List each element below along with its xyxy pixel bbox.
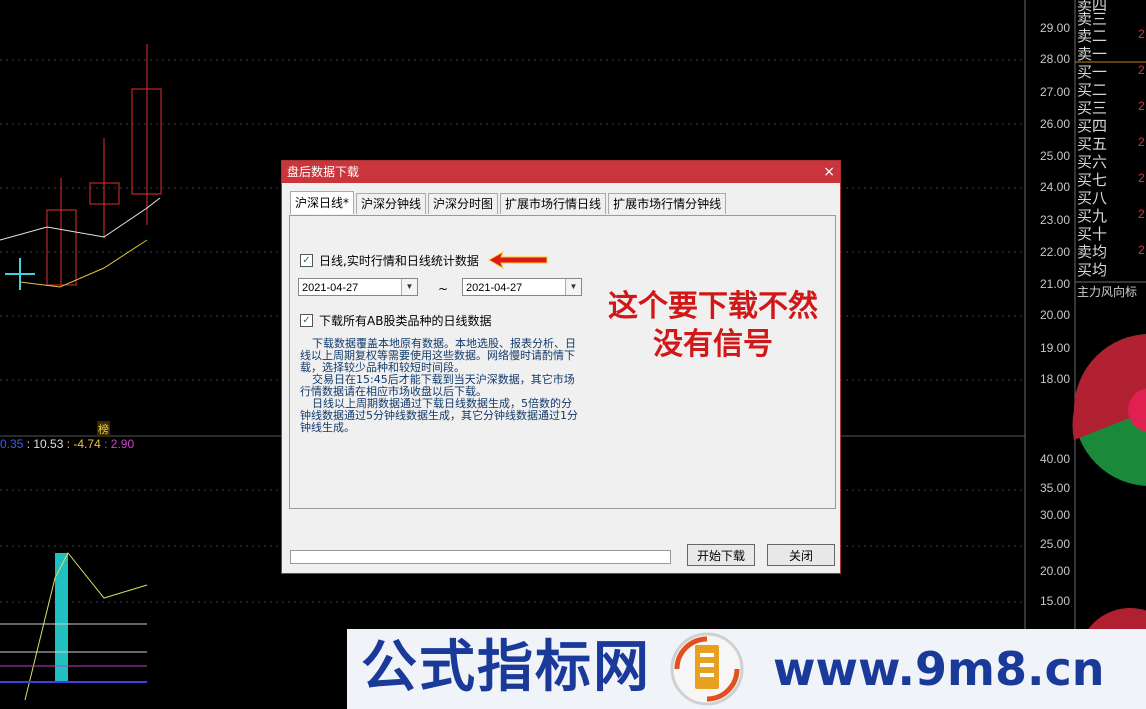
watermark-banner: 公式指标网 www.9m8.cn [347, 629, 1146, 709]
volume-tick: 20.00 [1040, 564, 1071, 578]
close-button[interactable]: 关闭 [767, 544, 835, 566]
readout-value: : 2.90 [104, 437, 135, 451]
order-book-label: 买三 [1077, 99, 1108, 117]
chevron-down-icon[interactable]: ▼ [565, 279, 581, 295]
order-book-label: 买一 [1077, 63, 1108, 81]
order-book-value: 2 [1138, 135, 1145, 149]
tab-panel: ✓ 日线,实时行情和日线统计数据 2021-04-27 ▼ ~ 2021-04-… [289, 215, 836, 509]
tab-sh-sz-intraday[interactable]: 沪深分时图 [428, 193, 499, 214]
annotation-line: 没有信号 [653, 327, 773, 362]
tab-strip: 沪深日线* 沪深分钟线 沪深分时图 扩展市场行情日线 扩展市场行情分钟线 [290, 191, 728, 215]
order-book-label: 买十 [1077, 225, 1108, 243]
price-tick: 21.00 [1040, 277, 1071, 291]
order-book-value: 2 [1138, 27, 1145, 41]
start-download-button[interactable]: 开始下载 [687, 544, 755, 566]
banner-site-name: 公式指标网 [361, 634, 651, 700]
volume-tick: 15.00 [1040, 594, 1071, 608]
order-book-value: 2 [1138, 63, 1145, 77]
daily-data-checkbox-row[interactable]: ✓ 日线,实时行情和日线统计数据 [300, 250, 549, 270]
price-tick: 29.00 [1040, 21, 1071, 35]
volume-tick: 30.00 [1040, 508, 1071, 522]
price-tick: 23.00 [1040, 213, 1071, 227]
price-tick: 20.00 [1040, 308, 1071, 322]
daily-data-label: 日线,实时行情和日线统计数据 [319, 253, 479, 268]
volume-tick: 40.00 [1040, 452, 1071, 466]
volume-tick: 35.00 [1040, 481, 1071, 495]
readout-value: : 10.53 [26, 437, 64, 451]
ab-shares-checkbox-row[interactable]: ✓ 下载所有AB股类品种的日线数据 [300, 312, 491, 329]
order-book-label: 买二 [1077, 81, 1108, 99]
info-paragraph: 交易日在15:45后才能下载到当天沪深数据，其它市场行情数据请在相应市场收盘以后… [300, 373, 575, 398]
indicator-name: 主力风向标 [1077, 285, 1138, 299]
download-progress-bar [290, 550, 671, 564]
volume-tick: 25.00 [1040, 537, 1071, 551]
order-book-label: 卖二 [1077, 27, 1108, 45]
site-logo-icon [670, 632, 744, 706]
price-tick: 25.00 [1040, 149, 1071, 163]
annotation-line: 这个要下载不然 [608, 289, 818, 324]
close-icon[interactable]: × [823, 161, 835, 183]
red-arrow-icon [487, 250, 548, 270]
order-book-value: 2 [1138, 207, 1145, 221]
order-book-label: 买五 [1077, 135, 1108, 153]
price-tick: 28.00 [1040, 52, 1071, 66]
price-tick: 27.00 [1040, 85, 1071, 99]
date-to-picker[interactable]: 2021-04-27 ▼ [462, 278, 582, 296]
price-tick: 18.00 [1040, 372, 1071, 386]
order-book-label: 买八 [1077, 189, 1108, 207]
daily-data-checkbox[interactable]: ✓ [300, 253, 313, 267]
date-from-value: 2021-04-27 [302, 282, 359, 294]
price-tick: 26.00 [1040, 117, 1071, 131]
price-tick: 19.00 [1040, 341, 1071, 355]
order-book-label: 买七 [1077, 171, 1108, 189]
tab-sh-sz-daily[interactable]: 沪深日线* [290, 191, 355, 214]
order-book-label: 买六 [1077, 153, 1108, 171]
order-book-value: 2 [1138, 171, 1145, 185]
dialog-titlebar[interactable]: 盘后数据下载 × [282, 161, 840, 183]
download-dialog: 盘后数据下载 × 沪深日线* 沪深分钟线 沪深分时图 扩展市场行情日线 扩展市场… [281, 160, 841, 574]
tab-sh-sz-minute[interactable]: 沪深分钟线 [356, 193, 427, 214]
info-paragraph: 下载数据覆盖本地原有数据。本地选股、报表分析、日线以上周期复权等需要使用这些数据… [300, 337, 576, 374]
order-book-value: 2 [1138, 99, 1145, 113]
chevron-down-icon[interactable]: ▼ [401, 279, 417, 295]
date-from-picker[interactable]: 2021-04-27 ▼ [298, 278, 418, 296]
readout-value: 0.35 [0, 437, 24, 451]
price-tick: 24.00 [1040, 180, 1071, 194]
banner-url: www.9m8.cn [773, 642, 1105, 696]
info-paragraph: 日线以上周期数据通过下载日线数据生成，5倍数的分钟线数据通过5分钟线数据生成，其… [300, 397, 578, 434]
order-book-label: 卖均 [1077, 243, 1108, 261]
dialog-title: 盘后数据下载 [287, 165, 360, 179]
order-book-label: 买九 [1077, 207, 1108, 225]
ab-shares-checkbox[interactable]: ✓ [300, 314, 313, 327]
order-book-label: 卖三 [1077, 10, 1108, 28]
readout-value: : -4.74 [66, 437, 101, 451]
indicator-tag: 榜 [97, 421, 110, 437]
tab-ext-daily[interactable]: 扩展市场行情日线 [500, 193, 607, 214]
order-book-label: 买四 [1077, 117, 1108, 135]
indicator-readout: 0.35 : 10.53 : -4.74 : 2.90 [0, 437, 134, 451]
info-text: 下载数据覆盖本地原有数据。本地选股、报表分析、日线以上周期复权等需要使用这些数据… [300, 338, 578, 434]
tab-ext-minute[interactable]: 扩展市场行情分钟线 [608, 193, 727, 214]
ab-shares-label: 下载所有AB股类品种的日线数据 [319, 314, 492, 328]
order-book-value: 2 [1138, 243, 1145, 257]
order-book-label: 买均 [1077, 261, 1108, 279]
date-separator: ~ [438, 282, 449, 296]
annotation-overlay: 这个要下载不然 没有信号 [583, 288, 843, 364]
date-to-value: 2021-04-27 [466, 282, 523, 294]
price-tick: 22.00 [1040, 245, 1071, 259]
order-book-label: 卖一 [1077, 45, 1108, 63]
